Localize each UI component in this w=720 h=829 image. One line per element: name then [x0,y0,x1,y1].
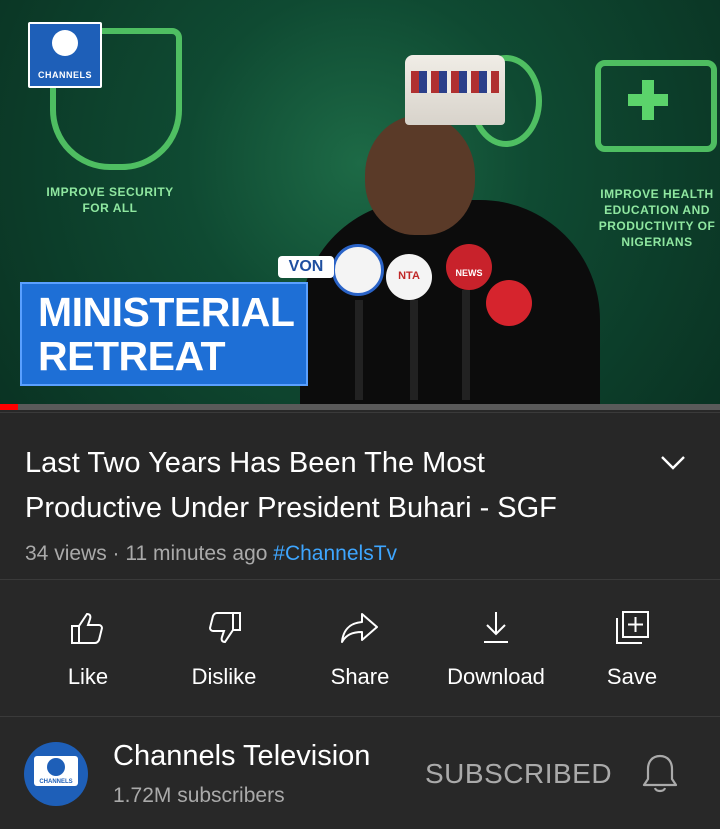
save-label: Save [606,664,658,689]
share-button[interactable]: Share [292,580,428,716]
upload-age: 11 minutes ago [125,542,268,565]
video-player[interactable]: IMPROVE SECURITY FOR ALL IMPROVE HEALTH … [0,0,720,408]
channel-row[interactable]: CHANNELS Channels Television 1.72M subsc… [0,718,720,829]
bell-icon[interactable] [640,752,680,796]
globe-icon [52,30,78,56]
progress-fill [0,404,18,410]
mic-stand [355,300,363,400]
download-icon [484,612,508,643]
progress-bar[interactable] [0,404,720,410]
video-details[interactable]: Last Two Years Has Been The Most Product… [0,412,720,580]
microphone: NTA [386,254,432,300]
download-button[interactable]: Download [428,580,564,716]
microphone [332,244,384,296]
download-label: Download [447,664,545,689]
hashtag-link[interactable]: #ChannelsTv [273,542,397,565]
channel-name[interactable]: Channels Television [113,740,370,773]
like-label: Like [67,664,109,689]
bg-caption-health: IMPROVE HEALTH EDUCATION AND PRODUCTIVIT… [598,187,716,249]
lower-third-line-1: MINISTERIAL [38,289,295,335]
channel-avatar[interactable]: CHANNELS [24,742,88,806]
channels-logo: CHANNELS [28,22,102,88]
video-title: Last Two Years Has Been The Most Product… [25,447,557,524]
lower-third-line-2: RETREAT [38,333,226,379]
thumbs-up-icon [71,612,104,644]
share-icon [341,613,378,643]
add-to-playlist-icon [616,611,649,644]
like-button[interactable]: Like [20,580,156,716]
dislike-button[interactable]: Dislike [156,580,292,716]
dislike-label: Dislike [191,664,257,689]
save-button[interactable]: Save [564,580,700,716]
lower-third-banner: MINISTERIAL RETREAT [20,282,308,386]
thumbs-down-icon [208,612,241,644]
subscribed-button[interactable]: SUBSCRIBED [425,758,612,790]
plus-graphic [628,80,668,120]
share-label: Share [330,664,390,689]
microphone: NEWS [446,244,492,290]
microphone [486,280,532,326]
view-count: 34 views [25,542,107,565]
speaker-figure [300,55,600,408]
mic-stand [462,290,470,400]
action-bar: Like Dislike Share Download Save [0,580,720,717]
subscriber-count: 1.72M subscribers [113,784,285,807]
mic-stand [410,300,418,400]
chevron-down-icon[interactable] [660,449,686,475]
bg-caption-security: IMPROVE SECURITY FOR ALL [46,185,174,215]
video-meta: 34 views · 11 minutes ago #ChannelsTv [25,542,398,565]
mic-flag-von: VON [278,256,334,278]
